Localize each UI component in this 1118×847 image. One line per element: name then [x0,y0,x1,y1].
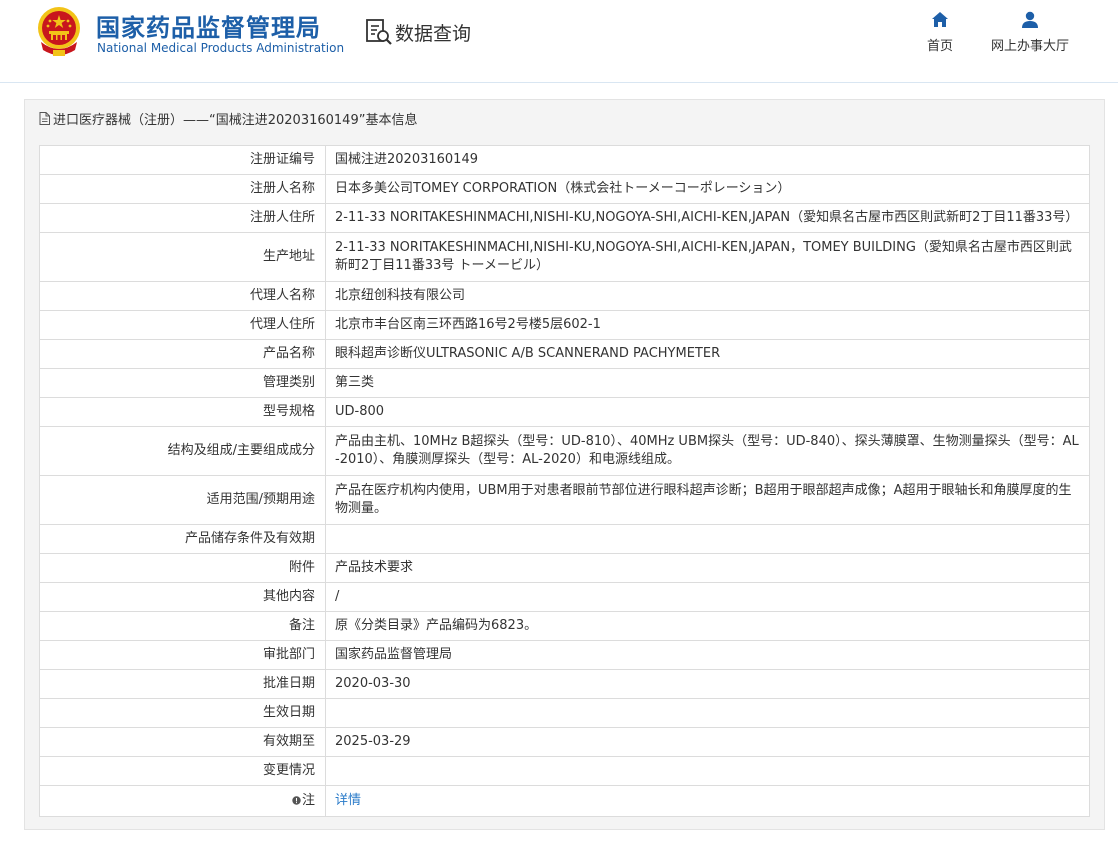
row-label: 注册人名称 [39,174,326,204]
row-value: UD-800 [325,397,1090,427]
row-label: 注册人住所 [39,203,326,233]
table-row: 注册人名称 日本多美公司TOMEY CORPORATION（株式会社トーメーコーポ… [39,174,1090,204]
table-row: 注册证编号 国械注进20203160149 [39,145,1090,175]
row-value: 产品在医疗机构内使用，UBM用于对患者眼前节部位进行眼科超声诊断；B超用于眼部超… [325,475,1090,525]
row-label-note: 注 [39,785,326,817]
table-row: 结构及组成/主要组成成分 产品由主机、10MHz B超探头（型号：UD-810）、… [39,426,1090,476]
row-value: 北京市丰台区南三环西路16号2号楼5层602-1 [325,310,1090,340]
row-label: 注册证编号 [39,145,326,175]
row-value: 原《分类目录》产品编码为6823。 [325,611,1090,641]
table-row: 代理人名称 北京纽创科技有限公司 [39,281,1090,311]
row-label: 批准日期 [39,669,326,699]
row-value: 北京纽创科技有限公司 [325,281,1090,311]
note-icon [292,796,301,805]
nav-online-office[interactable]: 网上办事大厅 [988,10,1072,54]
row-label: 附件 [39,553,326,583]
table-row: 注 详情 [39,785,1090,817]
table-row: 有效期至 2025-03-29 [39,727,1090,757]
row-value [325,524,1090,554]
row-label: 其他内容 [39,582,326,612]
table-row: 管理类别 第三类 [39,368,1090,398]
home-icon [932,12,948,27]
site-header: 国家药品监督管理局 National Medical Products Admi… [0,0,1118,83]
row-label: 适用范围/预期用途 [39,475,326,525]
row-value [325,756,1090,786]
table-row: 其他内容 / [39,582,1090,612]
row-value: / [325,582,1090,612]
user-icon [1022,11,1038,28]
row-value: 日本多美公司TOMEY CORPORATION（株式会社トーメーコーポレーション… [325,174,1090,204]
row-value: 2025-03-29 [325,727,1090,757]
row-value: 2-11-33 NORITAKESHINMACHI,NISHI-KU,NOGOY… [325,203,1090,233]
row-label: 产品名称 [39,339,326,369]
data-query-link[interactable]: 数据查询 [364,17,471,47]
panel-title: 进口医疗器械（注册）——“国械注进20203160149”基本信息 [39,109,417,128]
detail-panel: 进口医疗器械（注册）——“国械注进20203160149”基本信息 注册证编号国… [24,99,1105,830]
row-label: 管理类别 [39,368,326,398]
details-link[interactable]: 详情 [335,793,361,808]
row-label: 产品储存条件及有效期 [39,524,326,554]
row-label: 生产地址 [39,232,326,282]
table-row: 生产地址 2-11-33 NORITAKESHINMACHI,NISHI-KU,N… [39,232,1090,282]
table-row: 审批部门 国家药品监督管理局 [39,640,1090,670]
row-label: 结构及组成/主要组成成分 [39,426,326,476]
table-row: 备注 原《分类目录》产品编码为6823。 [39,611,1090,641]
panel-title-text: 进口医疗器械（注册）——“国械注进20203160149”基本信息 [53,113,418,128]
info-table: 注册证编号 国械注进20203160149 注册人名称 日本多美公司TOMEY CO… [39,145,1090,817]
table-row: 注册人住所 2-11-33 NORITAKESHINMACHI,NISHI-KU,… [39,203,1090,233]
table-row: 变更情况 [39,756,1090,786]
header-divider [0,82,1118,83]
row-value: 眼科超声诊断仪ULTRASONIC A/B SCANNERAND PACHYME… [325,339,1090,369]
nav-office-label: 网上办事大厅 [990,39,1069,54]
nav-home-label: 首页 [926,39,953,54]
table-row: 适用范围/预期用途 产品在医疗机构内使用，UBM用于对患者眼前节部位进行眼科超声诊… [39,475,1090,525]
row-value: 产品技术要求 [325,553,1090,583]
data-query-icon [366,19,392,45]
row-label: 有效期至 [39,727,326,757]
row-value-note: 详情 [325,785,1090,817]
row-value [325,698,1090,728]
row-label: 代理人名称 [39,281,326,311]
table-row: 型号规格 UD-800 [39,397,1090,427]
row-label: 型号规格 [39,397,326,427]
row-value: 国家药品监督管理局 [325,640,1090,670]
row-value: 产品由主机、10MHz B超探头（型号：UD-810）、40MHz UBM探头（… [325,426,1090,476]
row-label: 代理人住所 [39,310,326,340]
nav-home[interactable]: 首页 [925,10,955,54]
table-row: 批准日期 2020-03-30 [39,669,1090,699]
table-row: 附件 产品技术要求 [39,553,1090,583]
document-icon [39,112,50,125]
table-row: 产品名称 眼科超声诊断仪ULTRASONIC A/B SCANNERAND PAC… [39,339,1090,369]
row-label: 生效日期 [39,698,326,728]
table-row: 生效日期 [39,698,1090,728]
national-emblem-icon [38,7,80,56]
row-label: 审批部门 [39,640,326,670]
row-value: 2-11-33 NORITAKESHINMACHI,NISHI-KU,NOGOY… [325,232,1090,282]
data-query-label: 数据查询 [395,22,472,45]
org-name-cn: 国家药品监督管理局 [96,14,321,42]
row-value: 第三类 [325,368,1090,398]
note-label: 注 [301,793,315,808]
row-value: 国械注进20203160149 [325,145,1090,175]
row-label: 变更情况 [39,756,326,786]
table-row: 代理人住所 北京市丰台区南三环西路16号2号楼5层602-1 [39,310,1090,340]
row-value: 2020-03-30 [325,669,1090,699]
org-name-en: National Medical Products Administration [97,41,345,55]
row-label: 备注 [39,611,326,641]
table-row: 产品储存条件及有效期 [39,524,1090,554]
